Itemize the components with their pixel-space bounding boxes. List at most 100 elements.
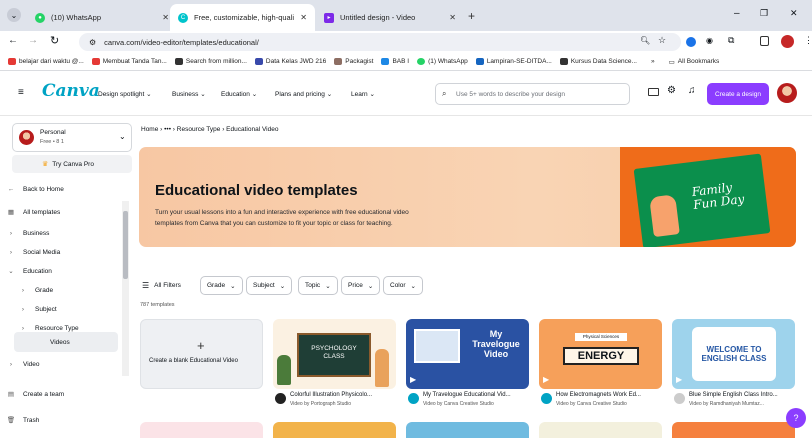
nav-learn[interactable]: Learn ⌄ — [351, 90, 375, 98]
whatsapp-icon: ● — [35, 12, 45, 23]
template-card[interactable]: My Travelogue Video ▶ — [406, 319, 529, 389]
template-card[interactable]: WELCOME TO ENGLISH CLASS ▶ — [672, 319, 795, 389]
bookmark-item[interactable]: Membuat Tanda Tan... — [91, 58, 167, 65]
create-blank-card[interactable]: + Create a blank Educational Video — [140, 319, 263, 389]
reload-icon[interactable]: ↻ — [50, 34, 59, 47]
zoom-icon[interactable]: 🔍︎ — [640, 36, 650, 45]
help-button[interactable]: ? — [786, 408, 806, 428]
url-field[interactable]: ⚙ canva.com/video-editor/templates/educa… — [79, 33, 681, 51]
extension-icon[interactable] — [686, 37, 696, 47]
hamburger-icon[interactable]: ≡ — [18, 87, 24, 98]
filter-price[interactable]: Price ⌄ — [341, 276, 381, 295]
template-title[interactable]: Colorful Illustration Physicolo... — [290, 392, 372, 398]
sidebar-item-videos[interactable]: Videos — [14, 332, 118, 352]
sidebar-item-video[interactable]: › Video — [0, 354, 125, 374]
sidebar-item-business[interactable]: › Business — [0, 223, 125, 243]
more-bookmarks[interactable]: » — [651, 58, 655, 65]
maximize-icon[interactable]: ❐ — [760, 8, 768, 19]
breadcrumb-current: Educational Video — [226, 126, 279, 133]
bookmark-item[interactable]: belajar dari waktu @... — [8, 58, 84, 65]
sidebar-item-all-templates[interactable]: ▦ All templates — [0, 202, 125, 222]
close-icon[interactable]: ✕ — [449, 13, 456, 22]
tab-whatsapp[interactable]: ● (10) WhatsApp ✕ — [27, 4, 177, 31]
tab-untitled-design[interactable]: ▸ Untitled design - Video ✕ — [316, 4, 464, 31]
try-pro-button[interactable]: ♛ Try Canva Pro — [12, 155, 132, 173]
sidebar-item-education[interactable]: ⌄ Education — [0, 261, 125, 281]
nav-plans-pricing[interactable]: Plans and pricing ⌄ — [275, 90, 332, 98]
template-thumb-label: Physical Sciences — [575, 333, 627, 341]
bookmark-item[interactable]: Lampiran-SE-DITDA... — [475, 58, 552, 65]
canva-icon: C — [178, 12, 188, 23]
forward-icon[interactable]: → — [28, 35, 38, 46]
nav-business[interactable]: Business ⌄ — [172, 90, 206, 98]
avatar[interactable] — [777, 83, 797, 103]
team-icon: ▤ — [7, 391, 15, 398]
bookmark-item[interactable]: (1) WhatsApp — [417, 58, 468, 65]
all-bookmarks[interactable]: ▭ All Bookmarks — [669, 58, 720, 66]
extensions-puzzle-icon[interactable]: ⧉ — [728, 35, 734, 46]
template-title[interactable]: How Electromagnets Work Ed... — [556, 392, 641, 398]
bookmark-item[interactable]: Kursus Data Science... — [559, 58, 637, 65]
bookmark-item[interactable]: Data Kelas JWD 216 — [254, 58, 326, 65]
calendar-icon — [254, 58, 263, 65]
whatsapp-icon — [417, 58, 426, 65]
template-card[interactable] — [672, 422, 795, 438]
template-title[interactable]: My Travelogue Educational Vid... — [423, 392, 511, 398]
bookmark-item[interactable]: Search from million... — [174, 58, 247, 65]
bookmark-item[interactable]: BAB I — [381, 58, 409, 65]
breadcrumb-home[interactable]: Home — [141, 126, 158, 133]
search-icon: ⌕ — [442, 89, 447, 98]
star-icon[interactable]: ☆ — [658, 35, 666, 46]
template-title[interactable]: Blue Simple English Class Intro... — [689, 392, 778, 398]
nav-design-spotlight[interactable]: Design spotlight ⌄ — [98, 90, 152, 98]
sidebar-scrollbar[interactable] — [122, 201, 129, 376]
sidebar-item-create-team[interactable]: ▤ Create a team — [0, 384, 125, 404]
bell-icon[interactable]: ♫ — [688, 85, 696, 96]
template-card[interactable] — [406, 422, 529, 438]
template-card[interactable]: Physical Sciences ENERGY ▶ — [539, 319, 662, 389]
bookmark-item[interactable]: Packagist — [334, 58, 373, 65]
filter-color[interactable]: Color ⌄ — [383, 276, 423, 295]
tab-canva-templates[interactable]: C Free, customizable, high-qualit ✕ — [170, 4, 315, 31]
close-icon[interactable]: ✕ — [300, 13, 307, 22]
camera-icon[interactable]: ◉ — [706, 36, 713, 45]
sidebar-item-back-home[interactable]: ← Back to Home — [0, 179, 125, 199]
desktop-icon[interactable] — [648, 88, 659, 96]
template-card[interactable] — [273, 422, 396, 438]
blank-card-label: Create a blank Educational Video — [149, 358, 238, 364]
canva-logo[interactable]: Canva — [42, 81, 100, 101]
scrollbar-thumb[interactable] — [123, 211, 128, 279]
search-input[interactable]: ⌕ Use 5+ words to describe your design — [435, 83, 630, 105]
profile-avatar[interactable] — [781, 35, 794, 48]
chevron-down-icon: ⌄ — [251, 91, 258, 98]
close-icon[interactable]: ✕ — [162, 13, 169, 22]
account-switcher[interactable]: Personal Free • 8 1 ⌄ — [12, 123, 132, 152]
breadcrumb-more[interactable]: ••• — [164, 126, 171, 133]
tab-search-icon[interactable]: ⌄ — [7, 8, 21, 22]
filter-topic[interactable]: Topic ⌄ — [298, 276, 338, 295]
youtube-icon — [91, 58, 100, 65]
template-card[interactable] — [539, 422, 662, 438]
new-tab-button[interactable]: + — [468, 9, 475, 23]
sidebar-item-trash[interactable]: 🗑︎ Trash — [0, 410, 125, 430]
site-settings-icon[interactable]: ⚙ — [89, 38, 96, 47]
settings-icon[interactable]: ⚙ — [667, 85, 676, 96]
all-filters-button[interactable]: ☰ All Filters — [140, 276, 187, 295]
template-card[interactable] — [140, 422, 263, 438]
filter-subject[interactable]: Subject ⌄ — [246, 276, 293, 295]
create-design-button[interactable]: Create a design — [707, 83, 769, 105]
back-icon[interactable]: ← — [8, 35, 18, 46]
filter-grade[interactable]: Grade ⌄ — [200, 276, 243, 295]
breadcrumb-resource-type[interactable]: Resource Type — [177, 126, 221, 133]
sidebar-item-subject[interactable]: › Subject — [0, 299, 125, 319]
sidepanel-icon[interactable] — [760, 36, 769, 46]
menu-icon[interactable]: ⋮ — [804, 35, 812, 46]
sidebar-item-grade[interactable]: › Grade — [0, 280, 125, 300]
sidebar-item-social-media[interactable]: › Social Media — [0, 242, 125, 262]
minimize-icon[interactable]: – — [734, 8, 740, 19]
template-author: Video by Canva Creative Studio — [423, 401, 494, 407]
template-thumb-text: WELCOME TO ENGLISH CLASS — [701, 345, 767, 363]
close-window-icon[interactable]: ✕ — [790, 8, 798, 19]
template-card[interactable]: PSYCHOLOGY CLASS — [273, 319, 396, 389]
nav-education[interactable]: Education ⌄ — [221, 90, 257, 98]
